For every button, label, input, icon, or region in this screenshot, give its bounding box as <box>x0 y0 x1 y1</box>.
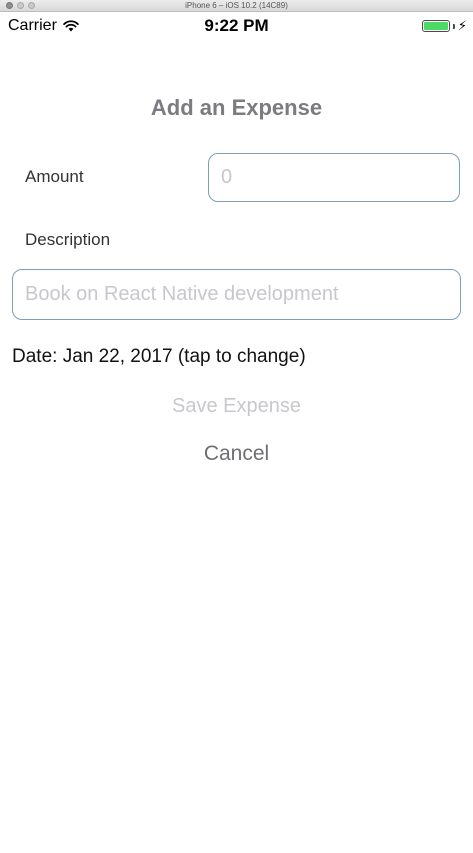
save-expense-button[interactable]: Save Expense <box>0 395 473 418</box>
amount-input[interactable] <box>208 153 460 202</box>
simulator-titlebar: iPhone 6 – iOS 10.2 (14C89) <box>0 0 473 12</box>
description-label: Description <box>25 230 111 249</box>
page-title: Add an Expense <box>150 95 323 120</box>
charging-bolt-icon: ⚡ <box>457 18 467 33</box>
battery-icon <box>421 20 450 32</box>
description-input[interactable] <box>12 269 461 320</box>
battery-indicator: ⚡ <box>421 18 467 33</box>
status-bar: Carrier 9:22 PM ⚡ <box>0 12 473 42</box>
date-picker-toggle[interactable]: Date: Jan 22, 2017 (tap to change) <box>12 346 306 368</box>
simulator-title: iPhone 6 – iOS 10.2 (14C89) <box>185 1 288 10</box>
status-time: 9:22 PM <box>204 16 269 35</box>
cancel-button[interactable]: Cancel <box>0 442 473 466</box>
amount-label: Amount <box>25 167 84 186</box>
battery-level-fill <box>423 22 448 30</box>
battery-cap <box>452 23 455 29</box>
